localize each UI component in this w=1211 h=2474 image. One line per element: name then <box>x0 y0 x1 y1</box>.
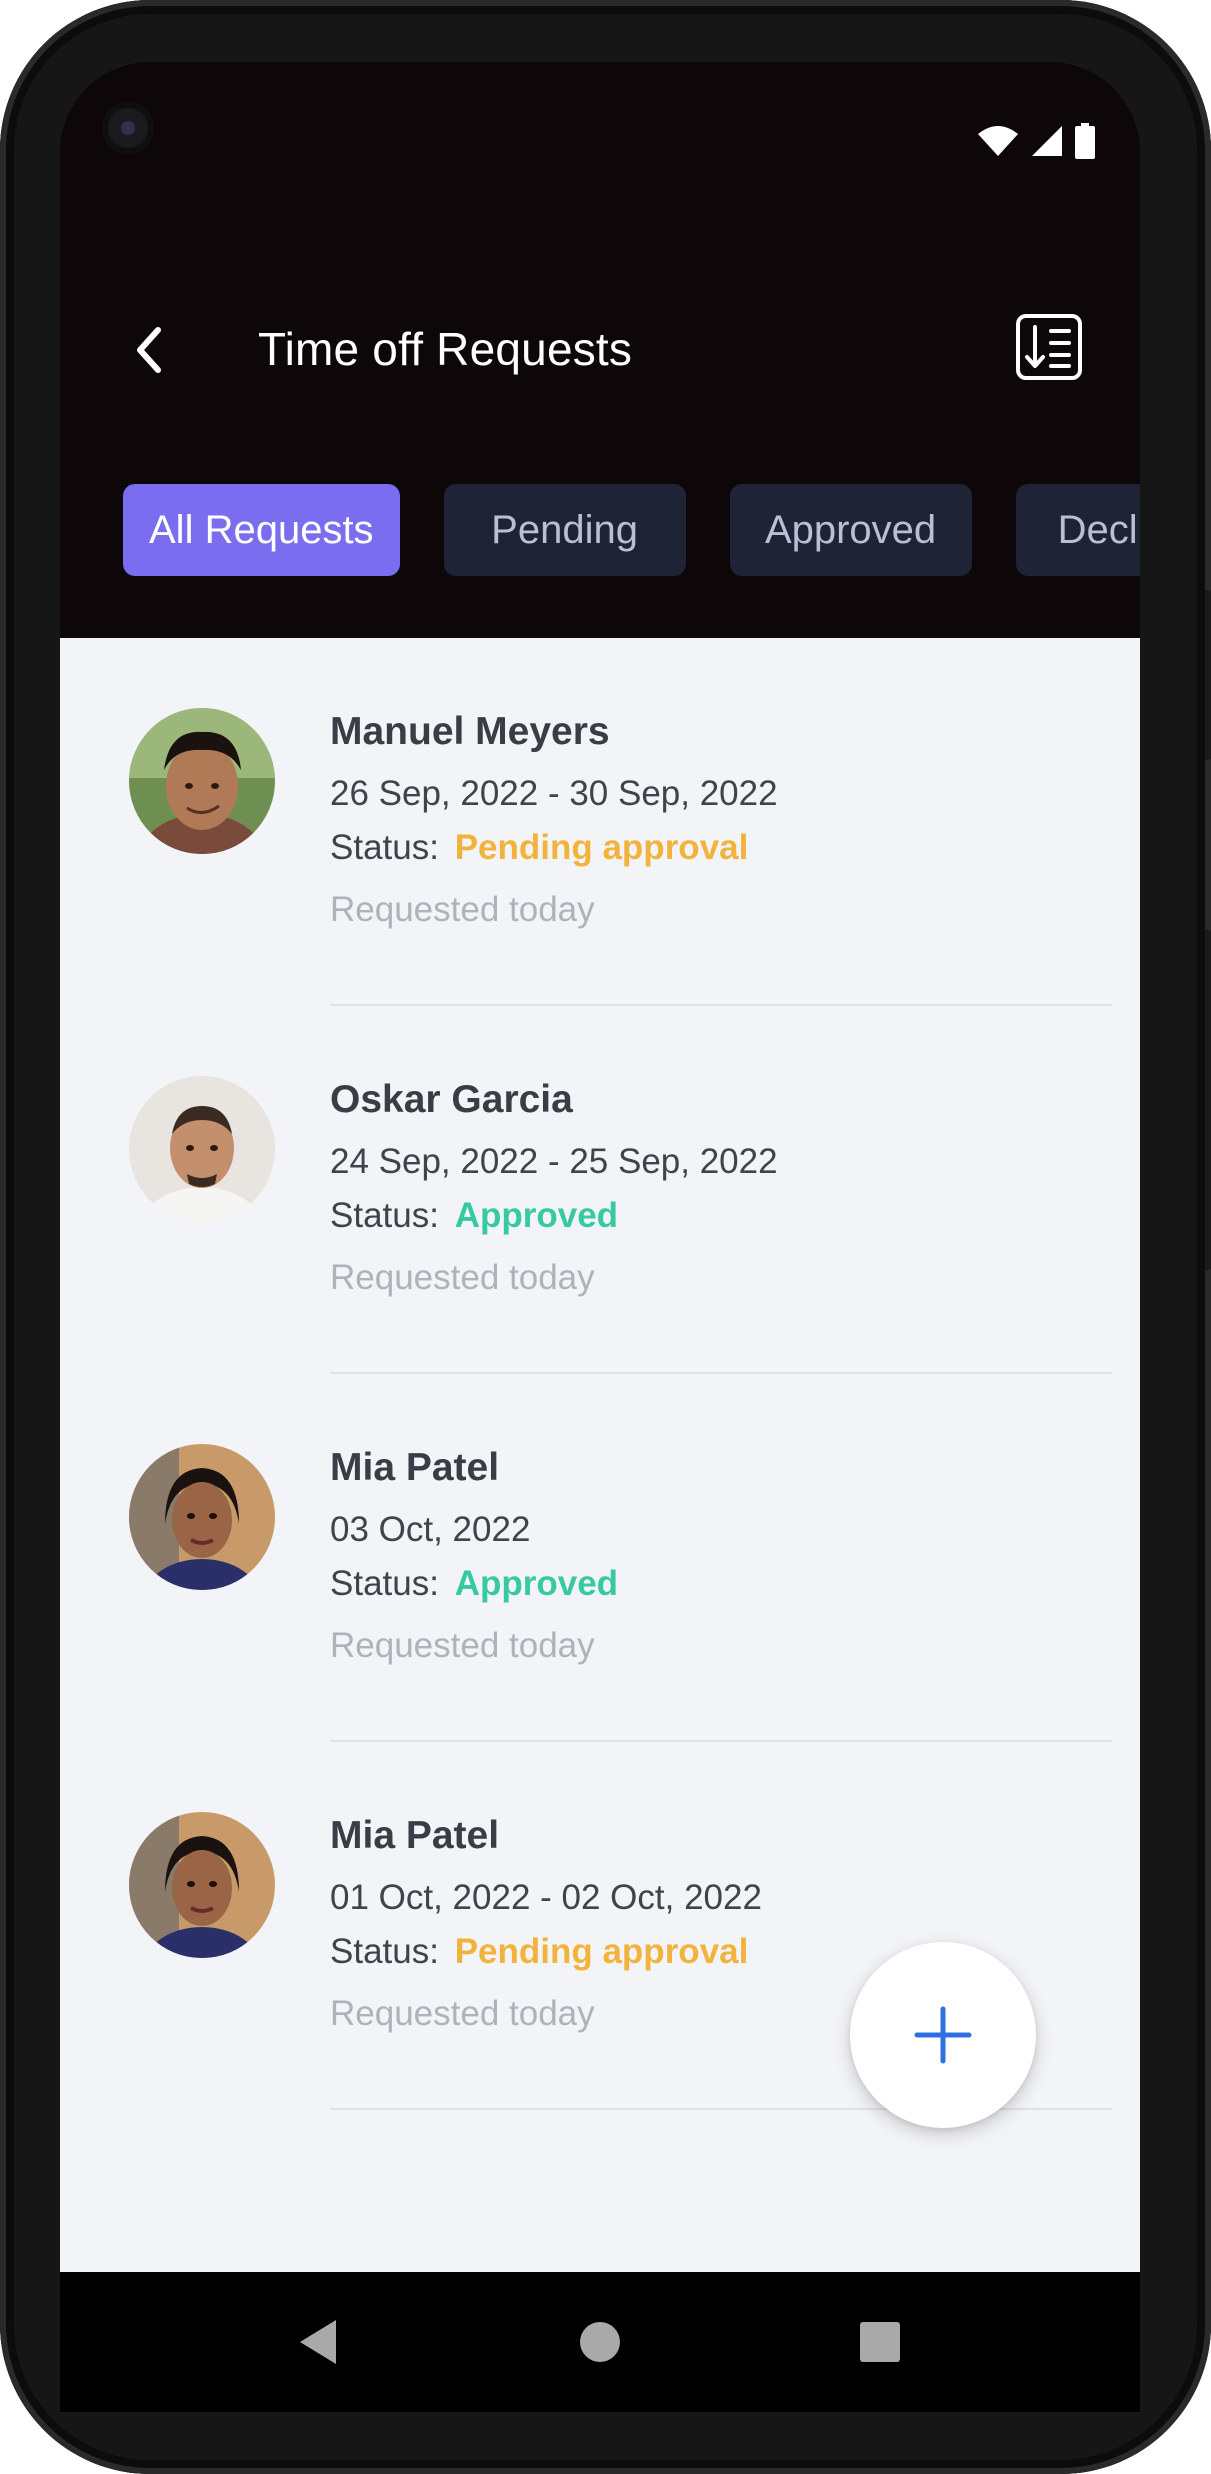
power-button <box>1205 590 1211 760</box>
status-row: Status: Approved <box>330 1564 1090 1610</box>
battery-icon <box>1075 123 1095 159</box>
employee-name: Manuel Meyers <box>330 710 610 753</box>
front-camera <box>102 102 154 154</box>
avatar <box>129 708 275 854</box>
status-row: Status: Approved <box>330 1196 1090 1242</box>
request-item[interactable]: Oskar Garcia 24 Sep, 2022 - 25 Sep, 2022… <box>60 1006 1140 1374</box>
request-dates: 03 Oct, 2022 <box>330 1510 531 1549</box>
nav-back-button[interactable] <box>288 2312 348 2372</box>
phone-frame: Time off Requests All Requests Pending A… <box>0 0 1211 2474</box>
back-button[interactable] <box>110 310 190 390</box>
status-label: Status: <box>330 1564 439 1603</box>
avatar <box>129 1076 275 1222</box>
tab-declined[interactable]: Declined <box>1015 484 1140 576</box>
filter-tabs: All Requests Pending Approved Declined <box>123 484 1140 576</box>
plus-icon <box>914 2006 972 2064</box>
circle-home-icon <box>580 2322 620 2362</box>
status-label: Status: <box>330 1932 439 1971</box>
employee-name: Mia Patel <box>330 1446 500 1489</box>
requested-time: Requested today <box>330 1258 595 1297</box>
sort-list-icon <box>1016 314 1082 380</box>
requested-time: Requested today <box>330 890 595 929</box>
square-recents-icon <box>860 2322 900 2362</box>
app-bar: Time off Requests <box>60 282 1140 422</box>
tab-all-requests[interactable]: All Requests <box>123 484 400 576</box>
page-title: Time off Requests <box>258 323 633 375</box>
avatar <box>129 1444 275 1590</box>
status-label: Status: <box>330 828 439 867</box>
employee-name: Mia Patel <box>330 1814 500 1857</box>
employee-name: Oskar Garcia <box>330 1078 573 1121</box>
status-badge: Approved <box>454 1564 619 1603</box>
add-request-button[interactable] <box>850 1942 1036 2128</box>
status-badge: Approved <box>454 1196 619 1235</box>
triangle-back-icon <box>300 2320 336 2364</box>
request-dates: 01 Oct, 2022 - 02 Oct, 2022 <box>330 1878 762 1917</box>
signal-icon <box>1032 126 1062 156</box>
wifi-icon <box>978 126 1018 156</box>
request-info: Mia Patel 03 Oct, 2022 Status: Approved … <box>330 1446 1090 1672</box>
status-label: Status: <box>330 1196 439 1235</box>
request-dates: 24 Sep, 2022 - 25 Sep, 2022 <box>330 1142 778 1181</box>
request-info: Manuel Meyers 26 Sep, 2022 - 30 Sep, 202… <box>330 710 1090 936</box>
nav-home-button[interactable] <box>570 2312 630 2372</box>
tab-pending[interactable]: Pending <box>443 484 686 576</box>
status-row: Status: Pending approval <box>330 828 1090 874</box>
nav-recents-button[interactable] <box>850 2312 910 2372</box>
tab-approved[interactable]: Approved <box>729 484 972 576</box>
status-badge: Pending approval <box>454 1932 749 1971</box>
sort-button[interactable] <box>1014 312 1084 382</box>
system-nav-bar <box>60 2272 1140 2412</box>
request-item[interactable]: Mia Patel 03 Oct, 2022 Status: Approved … <box>60 1374 1140 1742</box>
request-dates: 26 Sep, 2022 - 30 Sep, 2022 <box>330 774 778 813</box>
chevron-left-icon <box>137 327 161 373</box>
status-bar-icons <box>976 122 1096 160</box>
volume-button <box>1205 930 1211 1270</box>
avatar <box>129 1812 275 1958</box>
screen: Time off Requests All Requests Pending A… <box>60 62 1140 2272</box>
request-item[interactable]: Manuel Meyers 26 Sep, 2022 - 30 Sep, 202… <box>60 638 1140 1006</box>
requested-time: Requested today <box>330 1626 595 1665</box>
status-badge: Pending approval <box>454 828 749 867</box>
request-info: Oskar Garcia 24 Sep, 2022 - 25 Sep, 2022… <box>330 1078 1090 1304</box>
